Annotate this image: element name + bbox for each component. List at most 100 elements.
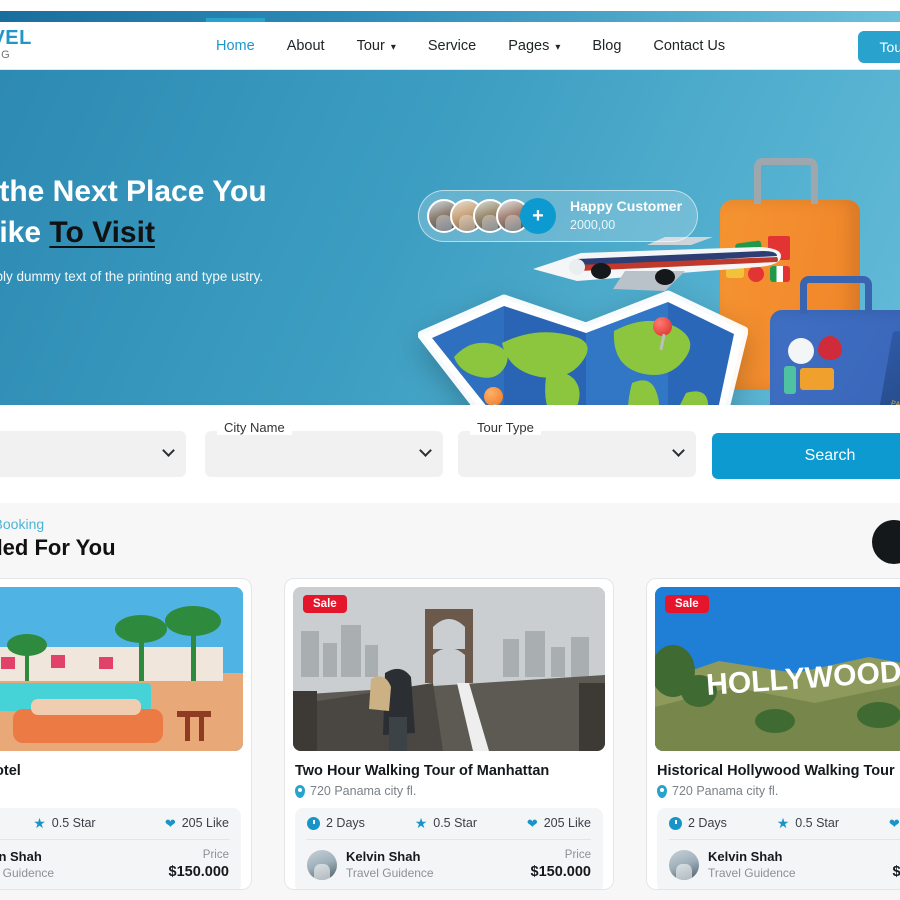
card-price: Price $150.000 [531, 848, 591, 882]
chevron-down-icon: ▾ [555, 41, 561, 53]
chevron-down-icon [419, 444, 432, 457]
card-title: Casole Hotel [0, 763, 21, 779]
star-icon: ★ [414, 815, 428, 831]
chevron-down-icon [162, 444, 175, 457]
card-rating: ★ 0.5 Star [777, 816, 839, 830]
tour-card[interactable]: Casole Hotel ma city fl. ★ 0.5 Star [0, 578, 252, 890]
nav-item-label: Service [427, 38, 477, 54]
nav-item-pages[interactable]: Pages ▾ [492, 22, 576, 70]
card-image-resort [0, 587, 243, 751]
search-button[interactable]: Search [712, 433, 900, 479]
sticker-japan [788, 338, 814, 364]
nav-item-home[interactable]: Home [200, 18, 271, 74]
happy-customer-text: Happy Customer 2000,00 [570, 198, 682, 233]
card-rating: ★ 0.5 Star [33, 816, 95, 830]
heart-icon: ❤ [888, 815, 900, 831]
resort-photo [0, 587, 243, 751]
card-location-text: ma city fl. [0, 784, 1, 798]
card-location-text: 720 Panama city fl. [672, 784, 779, 798]
card-title: Two Hour Walking Tour of Manhattan [295, 763, 550, 779]
nav-item-label: Tour [356, 38, 385, 54]
guide-info: Kelvin Shah Travel Guidence [346, 849, 434, 881]
divider [669, 839, 900, 840]
card-likes: ❤ 205 Like [889, 816, 900, 830]
city-name-select[interactable]: City Name [205, 420, 443, 477]
card-guide: Kelvin Shah Travel Guidence Price $150.0… [307, 848, 591, 882]
tour-type-label: Tour Type [470, 420, 541, 435]
price-value: $150.000 [892, 863, 900, 880]
card-price: Price $150.000 [893, 848, 900, 882]
page-root: AVEL KING Home About Tour ▾ Service Page… [0, 0, 900, 900]
tour-card[interactable]: Sale HOLLYWOOD Historical Hollywood Walk… [646, 578, 900, 890]
airplane-icon [533, 237, 781, 291]
hero-title-line1: tify the Next Place You [0, 175, 267, 208]
sale-badge: Sale [303, 595, 347, 613]
logo[interactable]: AVEL KING [0, 28, 108, 61]
card-title: Historical Hollywood Walking Tour [657, 763, 895, 779]
card-stats: 2 Days ★ 0.5 Star ❤ 205 Like [307, 816, 591, 830]
flag-sticker-uk [818, 336, 842, 360]
nav-item-label: Pages [508, 38, 550, 54]
price-label: Price [202, 849, 229, 861]
card-duration: 2 Days [669, 816, 727, 830]
city-name-label: City Name [217, 420, 292, 435]
card-rating-text: 0.5 Star [433, 816, 478, 830]
price-label: Price [893, 848, 900, 863]
avatar-more-button[interactable]: + [520, 198, 556, 234]
tour-name-select[interactable]: Name [0, 431, 186, 477]
nav-item-contact-us[interactable]: Contact Us [637, 22, 741, 70]
nav-item-label: Contact Us [653, 38, 726, 54]
suitcase-handle-icon [754, 158, 818, 204]
card-likes-text: 205 Like [543, 816, 591, 830]
card-location: 720 Panama city fl. [295, 784, 603, 798]
guide-info: Kelvin Shah Travel Guidence [708, 849, 796, 881]
card-image-bridge: Sale [293, 587, 605, 751]
location-pin-icon [657, 784, 667, 798]
hero-section: tify the Next Place You ld Like To Visit… [0, 70, 900, 405]
card-info-panel: 2 Days ★ 0.5 Star ❤ 205 Like Kelvin [295, 808, 603, 889]
tour-card[interactable]: Sale Two Hour Walking Tour of Manhattan … [284, 578, 614, 890]
card-rating-text: 0.5 Star [51, 816, 96, 830]
guide-name: Kelvin Shah [708, 848, 783, 864]
divider [0, 839, 229, 840]
nav-item-about[interactable]: About [271, 22, 341, 70]
happy-customer-title: Happy Customer [570, 198, 683, 215]
guide-info: lvin Shah vel Guidence [0, 849, 54, 881]
card-rating: ★ 0.5 Star [415, 816, 477, 830]
happy-customer-badge: + Happy Customer 2000,00 [418, 190, 698, 242]
card-duration: 2 Days [307, 816, 365, 830]
clock-icon [669, 816, 682, 830]
nav-item-service[interactable]: Service [412, 22, 492, 70]
card-guide: Kelvin Shah Travel Guidence Price $150.0… [669, 848, 900, 882]
price-value: $150.000 [168, 863, 229, 880]
happy-customer-count: 2000,00 [570, 217, 616, 232]
main-navigation: Home About Tour ▾ Service Pages ▾ Blog C… [200, 18, 741, 74]
card-guide: lvin Shah vel Guidence Price $150.000 [0, 848, 229, 882]
suitcase-handle-icon [800, 276, 872, 314]
card-location-text: 720 Panama city fl. [310, 784, 417, 798]
clock-icon [307, 816, 320, 830]
star-icon: ★ [776, 815, 790, 831]
sticker-desert [800, 368, 834, 390]
nav-item-label: Blog [592, 38, 622, 54]
tour-type-select[interactable]: Tour Type [458, 420, 696, 477]
card-likes: ❤ 205 Like [527, 816, 591, 830]
nav-item-tour[interactable]: Tour ▾ [341, 22, 412, 70]
carousel-next-button[interactable] [872, 520, 900, 564]
location-pin-icon [295, 784, 305, 798]
card-image-hollywood: Sale HOLLYWOOD [655, 587, 900, 751]
nav-item-label: Home [216, 38, 255, 54]
card-stats: ★ 0.5 Star ❤ 205 Like [0, 816, 229, 830]
card-price: Price $150.000 [169, 848, 229, 882]
card-info-panel: 2 Days ★ 0.5 Star ❤ 205 Like Kelvin [657, 808, 900, 889]
sale-badge: Sale [665, 595, 709, 613]
card-info-panel: ★ 0.5 Star ❤ 205 Like lvin Shah vel Guid… [0, 808, 241, 889]
card-stats: 2 Days ★ 0.5 Star ❤ 205 Like [669, 816, 900, 830]
tour-booking-button[interactable]: Tour B [857, 31, 900, 63]
blue-suitcase-icon [770, 276, 900, 405]
nav-item-blog[interactable]: Blog [576, 22, 637, 70]
hero-subtitle: m is simply dummy text of the printing a… [0, 269, 264, 284]
card-rating-text: 0.5 Star [795, 816, 840, 830]
heart-icon: ❤ [164, 815, 176, 831]
nav-item-label: About [286, 38, 325, 54]
